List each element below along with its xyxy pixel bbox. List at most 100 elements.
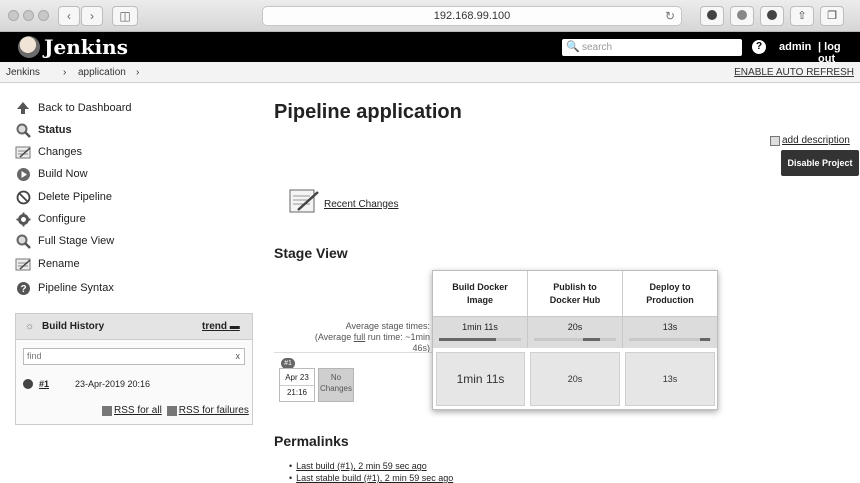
extension-icon[interactable]: [700, 6, 724, 26]
full-run-link[interactable]: full: [354, 332, 366, 342]
stage-header-build-docker-image: Build Docker Image: [433, 271, 528, 316]
task-build-now[interactable]: Build Now: [14, 164, 88, 184]
build-date: 23-Apr-2019 20:16: [75, 379, 151, 389]
sidebar-toggle-icon[interactable]: ◫: [112, 6, 138, 26]
breadcrumb: Jenkins › application › ENABLE AUTO REFR…: [0, 62, 860, 83]
address-url: 192.168.99.100: [433, 10, 511, 22]
build-row[interactable]: #1 23-Apr-2019 20:16: [23, 376, 245, 392]
browser-toolbar: ‹ › ◫ 192.168.99.100 ↻ ⇧ ❐: [0, 0, 860, 32]
build-status-icon: [23, 379, 33, 389]
breadcrumb-separator: ›: [63, 67, 67, 78]
stage-header-publish-to-docker-hub: Publish to Docker Hub: [528, 271, 623, 316]
stage-cell-publish-to-docker-hub[interactable]: 20s: [530, 352, 620, 406]
enable-auto-refresh-link[interactable]: ENABLE AUTO REFRESH: [734, 67, 854, 78]
forward-button[interactable]: ›: [81, 6, 103, 26]
stage-average-time: 1min 11s: [433, 316, 528, 348]
zoom-window-button[interactable]: [38, 10, 49, 21]
build-date-box[interactable]: Apr 23 21:16: [279, 368, 315, 402]
task-label: Delete Pipeline: [38, 191, 112, 203]
permalink-last-stable-build[interactable]: • Last stable build (#1), 2 min 59 sec ag…: [289, 473, 453, 483]
recent-changes-link[interactable]: Recent Changes: [288, 186, 399, 214]
build-history-panel: ☼ Build History trend ▬ find x #1 23-Apr…: [15, 313, 253, 425]
jenkins-header: Jenkins 🔍 search ? admin | log out: [0, 32, 860, 65]
rss-icon: [166, 405, 177, 416]
task-label: Rename: [38, 258, 80, 270]
task-rename[interactable]: Rename: [14, 254, 80, 274]
add-description-link[interactable]: add description: [770, 135, 850, 146]
clear-filter-button[interactable]: x: [236, 349, 241, 364]
extension-icon[interactable]: [760, 6, 784, 26]
rss-all-link[interactable]: RSS for all: [114, 405, 162, 416]
task-pipeline-syntax[interactable]: ? Pipeline Syntax: [14, 278, 114, 298]
permalink-last-build[interactable]: • Last build (#1), 2 min 59 sec ago: [289, 461, 427, 471]
task-label: Back to Dashboard: [38, 102, 132, 114]
up-arrow-icon: [14, 100, 32, 116]
breadcrumb-jenkins[interactable]: Jenkins: [6, 67, 40, 78]
stage-cell-build-docker-image[interactable]: 1min 11s: [436, 352, 525, 406]
task-label: Build Now: [38, 168, 88, 180]
breadcrumb-application[interactable]: application: [78, 67, 126, 78]
reload-icon[interactable]: ↻: [665, 7, 675, 25]
stage-progress-bar: [439, 338, 521, 341]
user-link[interactable]: admin: [779, 41, 811, 53]
jenkins-logo-icon[interactable]: [18, 36, 40, 58]
build-history-header: ☼ Build History trend ▬: [16, 314, 252, 340]
svg-text:?: ?: [20, 284, 26, 295]
trend-link[interactable]: trend ▬: [202, 321, 240, 332]
breadcrumb-separator: ›: [136, 67, 140, 78]
extension-icon[interactable]: [730, 6, 754, 26]
minimize-window-button[interactable]: [23, 10, 34, 21]
stage-progress-bar: [534, 338, 616, 341]
disable-project-button[interactable]: Disable Project: [781, 150, 859, 176]
task-label: Changes: [38, 146, 83, 158]
build-history-title: Build History: [42, 321, 105, 332]
stage-cell-deploy-to-production[interactable]: 13s: [625, 352, 715, 406]
stage-header-deploy-to-production: Deploy to Production: [646, 281, 694, 305]
task-configure[interactable]: Configure: [14, 209, 86, 229]
help-circle-icon: ?: [14, 280, 32, 296]
task-label: Status: [38, 124, 72, 136]
close-window-button[interactable]: [8, 10, 19, 21]
rss-icon: [102, 405, 112, 416]
build-filter-input[interactable]: find x: [23, 348, 245, 365]
no-entry-icon: [14, 189, 32, 205]
jenkins-brand[interactable]: Jenkins: [44, 35, 128, 59]
notepad-icon: [14, 144, 32, 160]
average-stage-times-label: Average stage times: (Average full run t…: [314, 321, 430, 353]
stage-view-table: Build Docker Image Publish to Docker Hub D…: [432, 270, 718, 410]
notepad-icon: [289, 189, 319, 213]
task-changes[interactable]: Changes: [14, 142, 82, 162]
stage-progress-bar: [629, 338, 711, 341]
help-icon[interactable]: ?: [752, 40, 766, 54]
history-sun-icon: ☼: [25, 321, 35, 332]
task-back-to-dashboard[interactable]: Back to Dashboard: [14, 98, 132, 118]
search-input[interactable]: 🔍 search: [562, 39, 742, 56]
search-icon: 🔍: [566, 41, 580, 53]
page-title: Pipeline application: [274, 101, 462, 123]
edit-icon: [770, 135, 780, 146]
rss-failures-link[interactable]: RSS for failures: [179, 405, 249, 416]
address-bar[interactable]: 192.168.99.100 ↻: [262, 6, 682, 26]
task-delete-pipeline[interactable]: Delete Pipeline: [14, 187, 112, 207]
tabs-icon[interactable]: ❐: [820, 6, 844, 26]
rss-links: RSS for all RSS for failures: [102, 405, 249, 416]
search-placeholder: search: [582, 42, 613, 53]
gear-icon: [14, 211, 32, 227]
no-changes-box: No Changes: [318, 368, 354, 402]
back-button[interactable]: ‹: [58, 6, 80, 26]
clock-play-icon: [14, 166, 32, 182]
stage-average-time: 13s: [623, 316, 717, 348]
notepad-icon: [14, 256, 32, 272]
magnifier-icon: [14, 233, 32, 249]
magnifier-icon: [14, 122, 32, 138]
share-icon[interactable]: ⇧: [790, 6, 814, 26]
task-full-stage-view[interactable]: Full Stage View: [14, 231, 114, 251]
task-status[interactable]: Status: [14, 120, 72, 140]
stage-view-title: Stage View: [274, 245, 348, 261]
stage-average-time: 20s: [528, 316, 623, 348]
permalinks-title: Permalinks: [274, 433, 349, 449]
task-label: Pipeline Syntax: [38, 282, 114, 294]
build-number-link[interactable]: #1: [39, 379, 75, 389]
task-label: Full Stage View: [38, 235, 115, 247]
task-label: Configure: [38, 213, 86, 225]
